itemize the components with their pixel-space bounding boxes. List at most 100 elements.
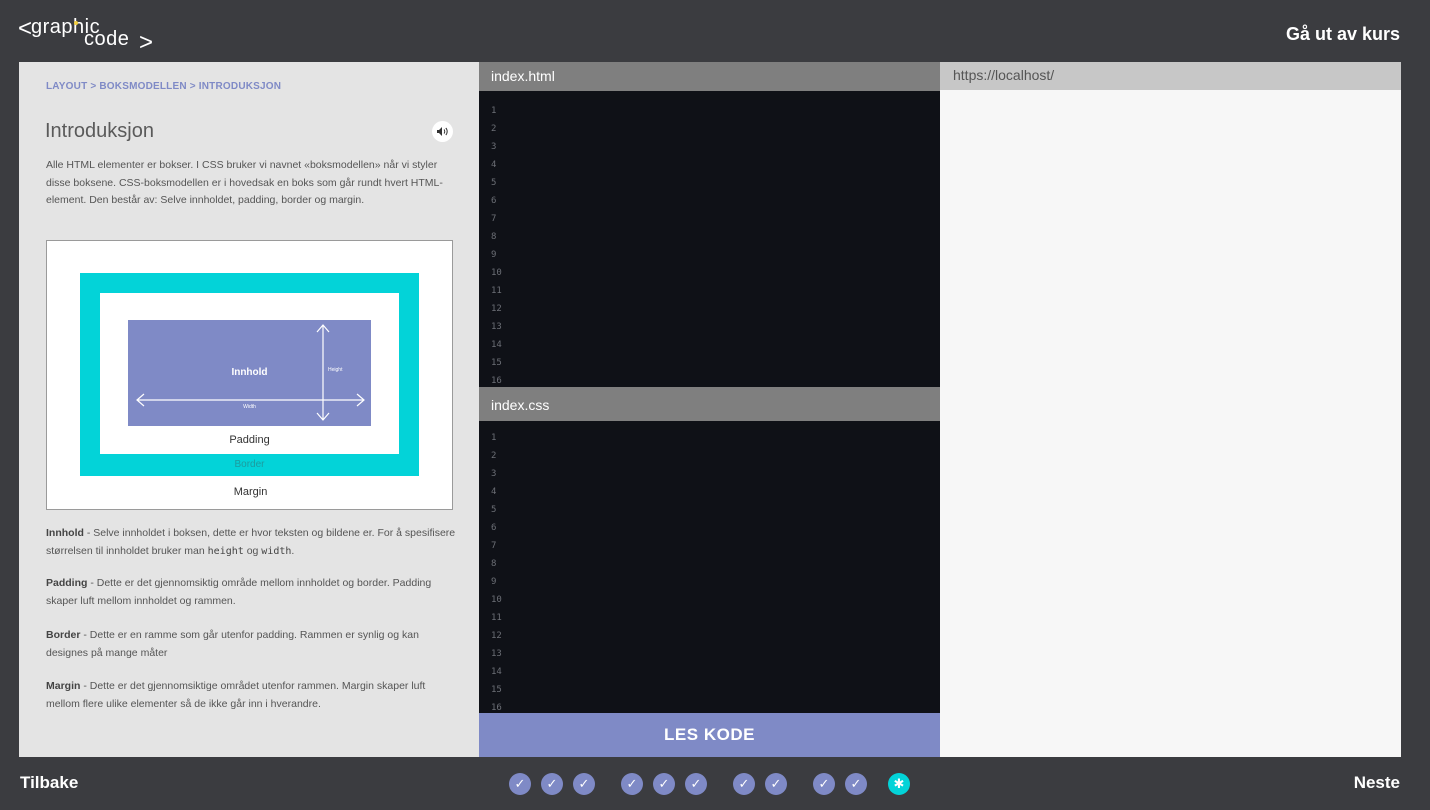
line-number: 9 [491, 250, 497, 260]
top-bar: < graphic code > Gå ut av kurs [0, 0, 1430, 62]
logo-word-code: code [84, 28, 130, 50]
line-number: 4 [491, 487, 497, 497]
html-line-numbers: 1 2 3 4 5 6 7 8 9 10 11 12 13 14 15 16 [491, 102, 502, 390]
css-line-numbers: 1 2 3 4 5 6 7 8 9 10 11 12 13 14 15 16 [491, 430, 502, 718]
check-icon: ✓ [626, 776, 638, 791]
definition-padding: Padding - Dette er det gjennomsiktig omr… [46, 575, 456, 610]
check-icon: ✓ [818, 776, 830, 791]
term-border: Border [46, 629, 81, 641]
step-completed[interactable]: ✓ [653, 773, 675, 795]
line-number: 7 [491, 214, 497, 224]
puzzle-icon: ✱ [893, 776, 905, 791]
line-number: 5 [491, 505, 497, 515]
logo-bracket-right: > [139, 29, 154, 56]
line-number: 6 [491, 523, 497, 533]
line-number: 3 [491, 469, 497, 479]
check-icon: ✓ [850, 776, 862, 791]
line-number: 8 [491, 232, 497, 242]
line-number: 7 [491, 541, 497, 551]
breadcrumb[interactable]: LAYOUT > BOKSMODELLEN > INTRODUKSJON [46, 81, 281, 92]
step-completed[interactable]: ✓ [845, 773, 867, 795]
line-number: 5 [491, 178, 497, 188]
code-width: width [261, 545, 292, 557]
term-margin: Margin [46, 680, 81, 692]
exit-course-link[interactable]: Gå ut av kurs [1286, 24, 1400, 45]
line-number: 12 [491, 304, 502, 314]
diagram-border-area: Innhold Height Width Padding Border [80, 273, 419, 476]
line-number: 2 [491, 124, 497, 134]
line-number: 15 [491, 685, 502, 695]
logo-bracket-left: < [18, 15, 33, 42]
next-button[interactable]: Neste [1354, 773, 1400, 793]
preview-pane [940, 90, 1401, 757]
logo[interactable]: < graphic code > [18, 12, 158, 56]
lesson-title: Introduksjon [45, 120, 154, 142]
intro-paragraph: Alle HTML elementer er bokser. I CSS bru… [46, 159, 443, 206]
definition-content-text-b: og [243, 544, 262, 557]
diagram-padding-area: Innhold Height Width Padding [100, 293, 399, 454]
line-number: 1 [491, 106, 497, 116]
definition-padding-text: - Dette er det gjennomsiktig område mell… [46, 577, 432, 607]
line-number: 10 [491, 595, 502, 605]
line-number: 1 [491, 433, 497, 443]
line-number: 15 [491, 358, 502, 368]
step-completed[interactable]: ✓ [541, 773, 563, 795]
line-number: 11 [491, 613, 502, 623]
lesson-panel: LAYOUT > BOKSMODELLEN > INTRODUKSJON Int… [19, 62, 479, 757]
speaker-icon [437, 127, 448, 136]
line-number: 14 [491, 340, 502, 350]
line-number: 12 [491, 631, 502, 641]
check-icon: ✓ [658, 776, 670, 791]
check-icon: ✓ [514, 776, 526, 791]
line-number: 14 [491, 667, 502, 677]
check-icon: ✓ [546, 776, 558, 791]
css-editor[interactable]: 1 2 3 4 5 6 7 8 9 10 11 12 13 14 15 16 [479, 421, 940, 713]
step-completed[interactable]: ✓ [813, 773, 835, 795]
line-number: 9 [491, 577, 497, 587]
line-number: 4 [491, 160, 497, 170]
line-number: 6 [491, 196, 497, 206]
definition-margin: Margin - Dette er det gjennomsiktige omr… [46, 678, 456, 713]
definition-border: Border - Dette er en ramme som går utenf… [46, 627, 456, 662]
line-number: 13 [491, 649, 502, 659]
definition-margin-text: - Dette er det gjennomsiktige området ut… [46, 680, 426, 710]
preview-address-bar: https://localhost/ [940, 62, 1401, 90]
line-number: 8 [491, 559, 497, 569]
diagram-label-width: Width [243, 404, 256, 410]
check-icon: ✓ [770, 776, 782, 791]
step-completed[interactable]: ✓ [685, 773, 707, 795]
line-number: 13 [491, 322, 502, 332]
step-completed[interactable]: ✓ [765, 773, 787, 795]
definition-content: Innhold - Selve innholdet i boksen, dett… [46, 525, 456, 560]
logo-dot [74, 21, 78, 25]
line-number: 3 [491, 142, 497, 152]
code-height: height [207, 545, 244, 557]
definition-border-text: - Dette er en ramme som går utenfor padd… [46, 629, 419, 659]
step-completed[interactable]: ✓ [509, 773, 531, 795]
html-editor[interactable]: 1 2 3 4 5 6 7 8 9 10 11 12 13 14 15 16 [479, 91, 940, 387]
speaker-button[interactable] [432, 121, 453, 142]
step-current[interactable]: ✱ [888, 773, 910, 795]
back-button[interactable]: Tilbake [20, 773, 78, 793]
diagram-label-height: Height [328, 367, 343, 373]
check-icon: ✓ [578, 776, 590, 791]
diagram-label-border: Border [234, 459, 265, 470]
check-icon: ✓ [738, 776, 750, 791]
term-content: Innhold [46, 527, 84, 539]
definition-content-text-c: . [291, 544, 295, 557]
term-padding: Padding [46, 577, 88, 589]
html-editor-tab[interactable]: index.html [479, 62, 940, 91]
css-editor-tab[interactable]: index.css [479, 387, 940, 421]
check-icon: ✓ [690, 776, 702, 791]
run-code-button[interactable]: LES KODE [479, 713, 940, 757]
box-model-diagram: Innhold Height Width Padding Border Marg… [46, 240, 453, 510]
diagram-label-margin: Margin [233, 486, 268, 498]
line-number: 2 [491, 451, 497, 461]
step-completed[interactable]: ✓ [733, 773, 755, 795]
diagram-content-area: Innhold Height Width [128, 320, 371, 426]
line-number: 10 [491, 268, 502, 278]
diagram-label-padding: Padding [229, 434, 270, 446]
line-number: 11 [491, 286, 502, 296]
step-completed[interactable]: ✓ [573, 773, 595, 795]
step-completed[interactable]: ✓ [621, 773, 643, 795]
